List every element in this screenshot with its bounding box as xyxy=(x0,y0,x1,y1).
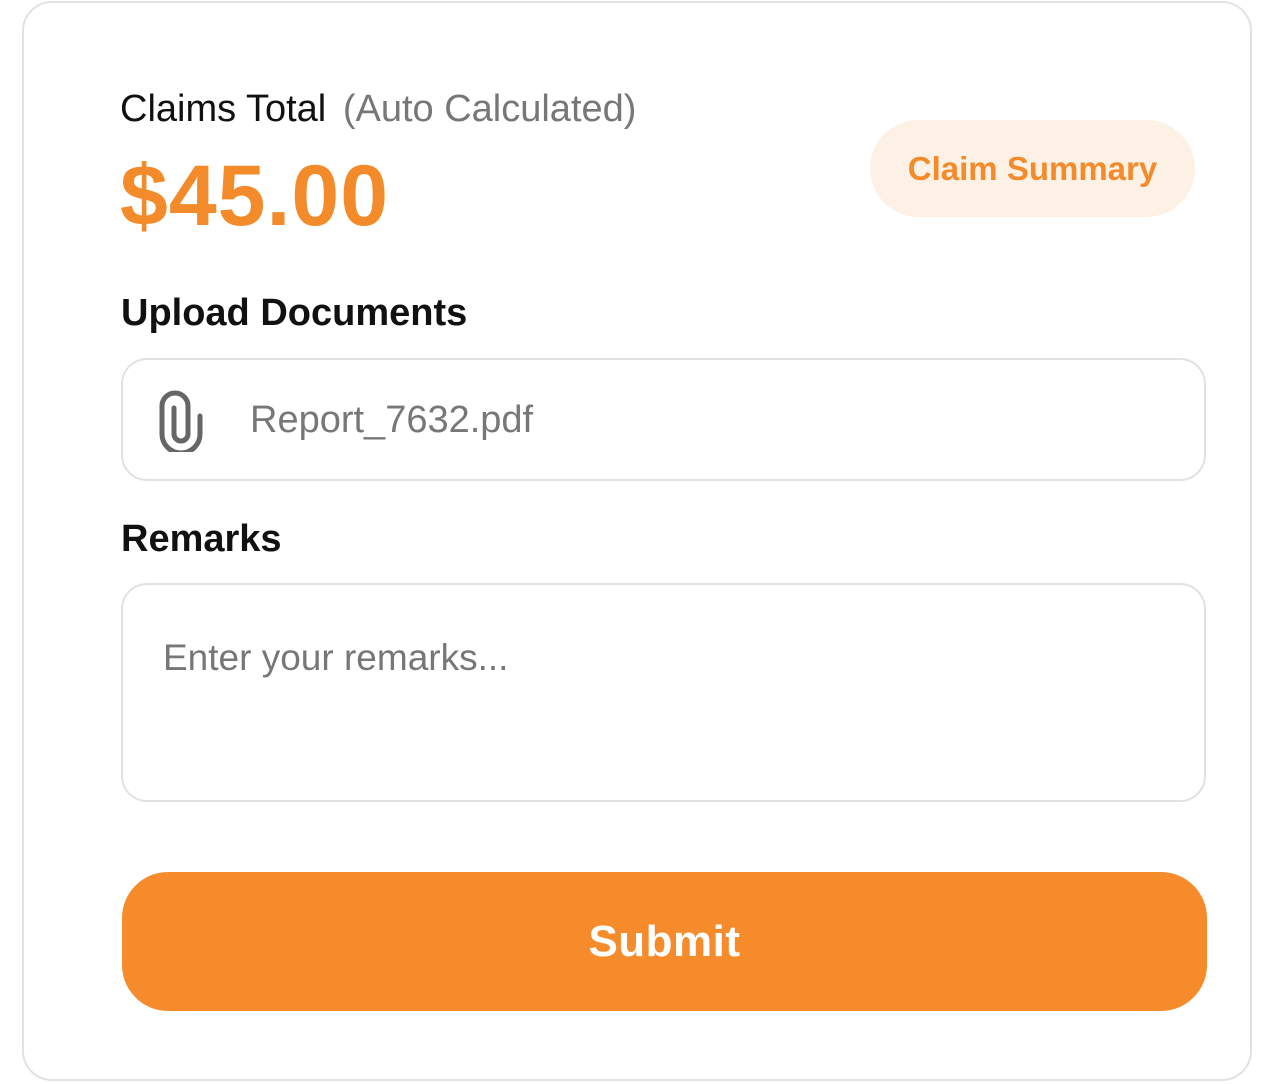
remarks-label: Remarks xyxy=(121,518,282,560)
remarks-textarea[interactable] xyxy=(121,583,1206,802)
claim-form-card: Claims Total (Auto Calculated) $45.00 Cl… xyxy=(22,1,1252,1081)
claims-total-amount: $45.00 xyxy=(120,148,390,244)
claim-summary-button[interactable]: Claim Summary xyxy=(870,120,1195,217)
claims-total-label: Claims Total xyxy=(120,88,327,130)
upload-documents-label: Upload Documents xyxy=(121,292,468,334)
uploaded-file-name: Report_7632.pdf xyxy=(250,399,534,441)
auto-calculated-note: (Auto Calculated) xyxy=(342,88,637,130)
submit-button[interactable]: Submit xyxy=(122,872,1207,1011)
paperclip-icon xyxy=(159,390,203,452)
claims-total-heading: Claims Total (Auto Calculated) xyxy=(120,87,636,131)
upload-documents-field[interactable]: Report_7632.pdf xyxy=(121,358,1206,481)
